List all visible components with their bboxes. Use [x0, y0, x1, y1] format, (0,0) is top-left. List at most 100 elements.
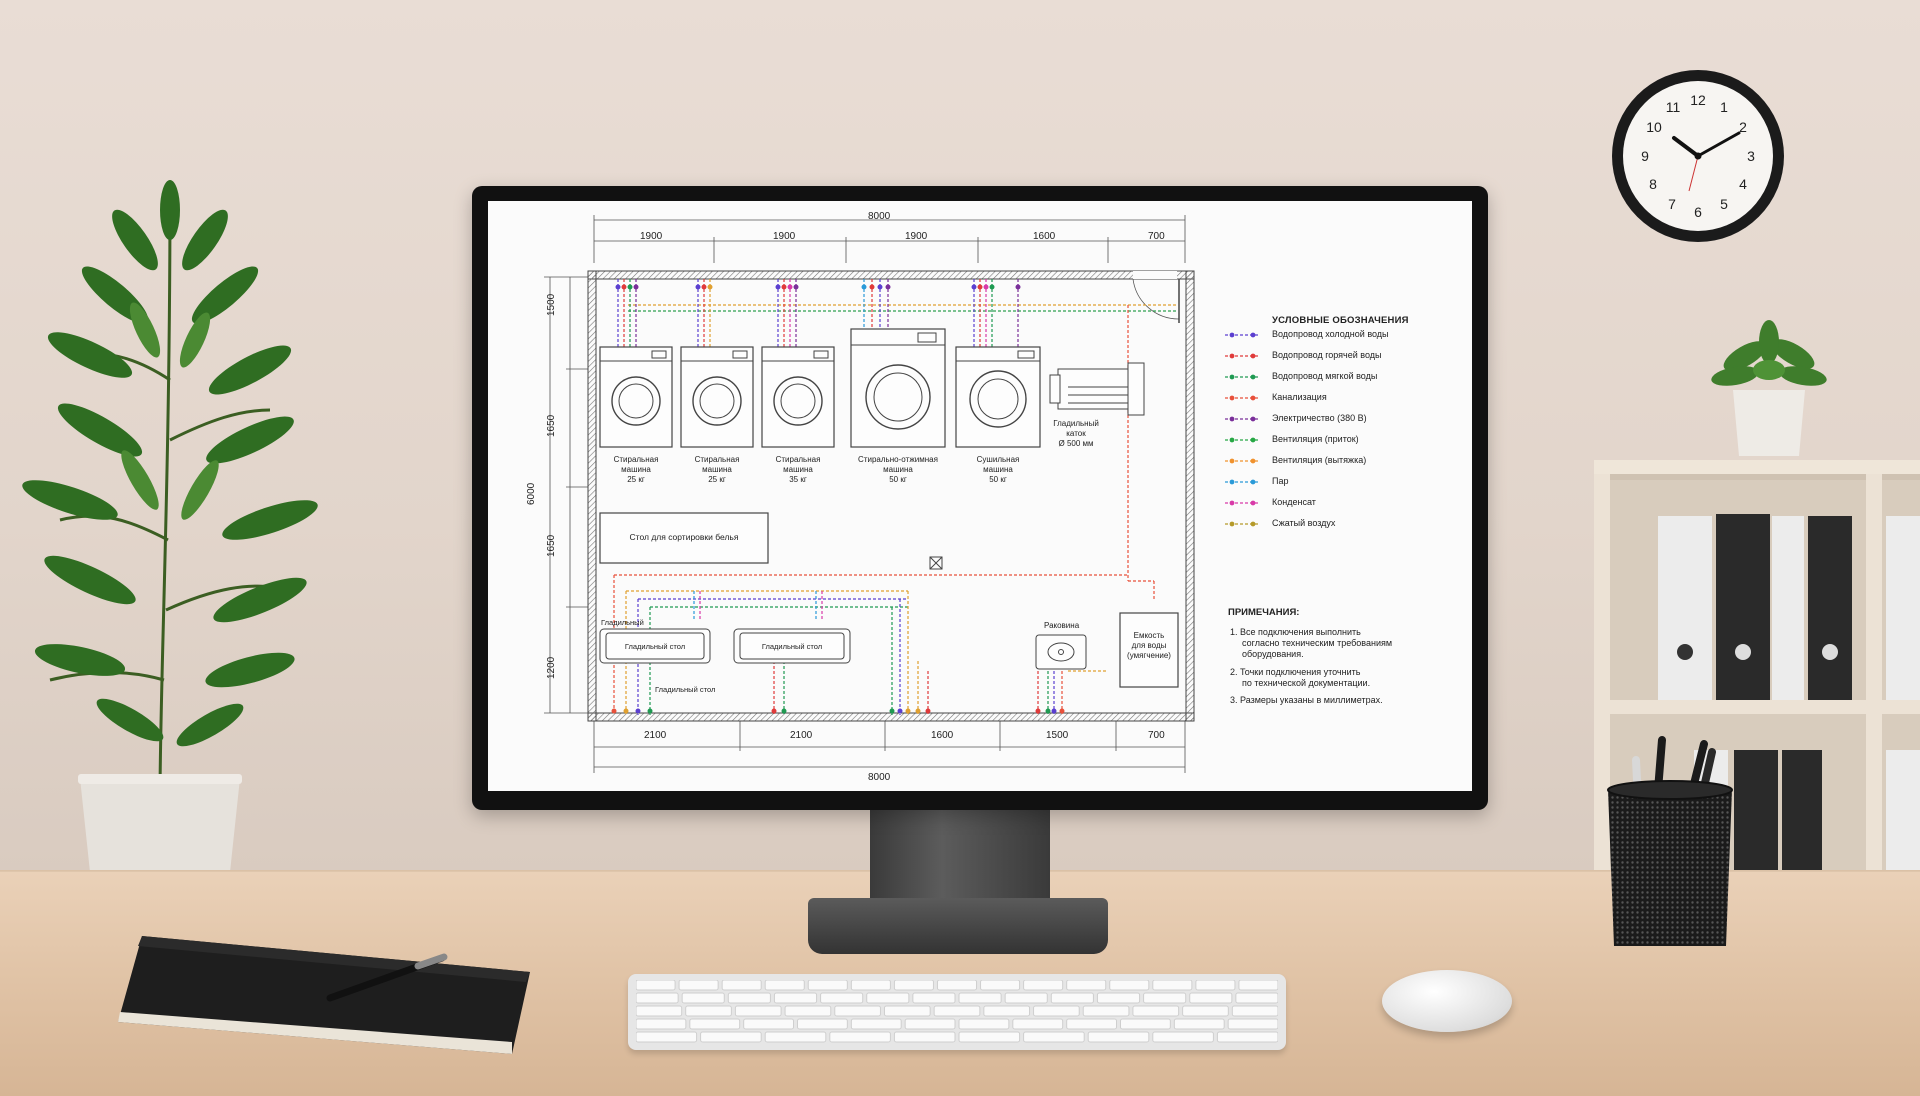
clock-number: 10 [1646, 119, 1662, 135]
keyboard-key [635, 1018, 687, 1030]
monitor-screen: 8000 1900 1900 1900 1600 700 2100 2100 1… [488, 201, 1472, 791]
legend-dot [1229, 353, 1235, 359]
dimension-top: 700 [1148, 231, 1165, 242]
legend-label: Конденсат [1272, 497, 1316, 507]
clock-dial: 12 1 2 3 4 5 6 7 8 9 10 11 [1641, 92, 1755, 220]
monitor-stand-neck [870, 808, 1050, 900]
keyboard-key [829, 1031, 891, 1043]
clock-number: 7 [1668, 196, 1676, 212]
keyboard-key [1004, 992, 1048, 1004]
dimension-top: 1900 [773, 231, 796, 242]
dimension-bottom: 1500 [1046, 730, 1069, 741]
dimension-bottom: 2100 [644, 730, 667, 741]
keyboard-key [1235, 992, 1279, 1004]
keyboard-key [866, 992, 910, 1004]
keyboard[interactable] [628, 974, 1286, 1050]
legend-dot [1250, 500, 1256, 506]
keyboard-key [700, 1031, 762, 1043]
keyboard-keys [635, 979, 1279, 1043]
equipment-label: Стирально-отжимная машина 50 кг [858, 455, 938, 484]
ironing-label-bottom: Гладильный стол [655, 685, 716, 694]
keyboard-key [1082, 1005, 1130, 1017]
dimension-top: 1600 [1033, 231, 1056, 242]
keyboard-key [635, 1031, 698, 1043]
keyboard-key [1216, 1031, 1279, 1043]
sorting-table-label: Стол для сортировки белья [629, 532, 739, 542]
keyboard-key [727, 992, 771, 1004]
legend-dot [1250, 437, 1256, 443]
keyboard-key [1227, 1018, 1279, 1030]
keyboard-key [912, 992, 956, 1004]
legend-label: Вентиляция (приток) [1272, 434, 1359, 444]
keyboard-key [1066, 979, 1107, 991]
keyboard-key [1195, 979, 1236, 991]
keyboard-key [958, 1031, 1021, 1043]
legend-dot [1250, 458, 1256, 464]
potted-plant [20, 180, 330, 880]
clock-center [1694, 152, 1702, 160]
keyboard-key [1066, 1018, 1117, 1030]
keyboard-key [850, 1018, 902, 1030]
legend-dot [1250, 395, 1256, 401]
clock-number: 5 [1720, 196, 1728, 212]
keyboard-key [1109, 979, 1150, 991]
keyboard-key [1182, 1005, 1229, 1017]
equipment-label: Стиральная машина 25 кг [613, 455, 659, 484]
legend-dot [1229, 458, 1235, 464]
pen-holder [1600, 720, 1740, 950]
dimension-top: 1900 [905, 231, 928, 242]
clock-face: 12 1 2 3 4 5 6 7 8 9 10 11 [1623, 81, 1773, 231]
legend-dot [1229, 437, 1235, 443]
dimension-bottom: 1600 [931, 730, 954, 741]
equipment-label: Стиральная машина 35 кг [775, 455, 821, 484]
legend-dot [1229, 521, 1235, 527]
wall-clock: 12 1 2 3 4 5 6 7 8 9 10 11 [1612, 70, 1784, 242]
clock-number: 8 [1649, 176, 1657, 192]
sink-label: Раковина [1044, 621, 1080, 630]
legend-label: Сжатый воздух [1272, 518, 1336, 528]
mouse[interactable] [1382, 970, 1512, 1032]
monitor: 8000 1900 1900 1900 1600 700 2100 2100 1… [472, 186, 1488, 810]
note: 3. Размеры указаны в миллиметрах. [1230, 695, 1383, 705]
water-tank-label: Емкость для воды (умягчение) [1127, 631, 1171, 660]
dimension-left-total: 6000 [526, 482, 537, 505]
clock-number: 4 [1739, 176, 1747, 192]
keyboard-key [834, 1005, 881, 1017]
keyboard-key [820, 992, 864, 1004]
legend-label: Электричество (380 В) [1272, 413, 1367, 423]
keyboard-key [721, 979, 762, 991]
keyboard-key [1143, 992, 1187, 1004]
legend-label: Пар [1272, 476, 1289, 486]
clock-number: 3 [1747, 148, 1755, 164]
keyboard-key [734, 1005, 782, 1017]
clock-number: 12 [1690, 92, 1706, 108]
dimension-bottom: 2100 [790, 730, 813, 741]
keyboard-key [1096, 992, 1141, 1004]
minute-hand [1696, 131, 1741, 158]
dimension-left: 1650 [546, 414, 557, 437]
keyboard-key [764, 1031, 827, 1043]
ironing-table-label: Гладильный стол [624, 642, 686, 651]
small-potted-plant [1705, 320, 1835, 460]
keyboard-key [850, 979, 891, 991]
keyboard-key [1120, 1018, 1171, 1030]
keyboard-key [635, 979, 676, 991]
legend-dot [1229, 332, 1235, 338]
keyboard-key [1023, 979, 1064, 991]
keyboard-key [1173, 1018, 1225, 1030]
keyboard-key [883, 1005, 931, 1017]
legend-label: Вентиляция (вытяжка) [1272, 455, 1367, 465]
clock-number: 6 [1694, 204, 1702, 220]
clock-number: 11 [1666, 99, 1681, 115]
keyboard-key [958, 1018, 1010, 1030]
monitor-stand-base [808, 898, 1108, 954]
note: 1. Все подключения выполнить согласно те… [1230, 627, 1393, 659]
keyboard-key [983, 1005, 1031, 1017]
legend-dot [1229, 479, 1235, 485]
legend-dot [1250, 332, 1256, 338]
keyboard-key [1152, 979, 1193, 991]
keyboard-key [893, 979, 934, 991]
keyboard-key [980, 979, 1021, 991]
keyboard-key [807, 979, 848, 991]
ironing-label-top: Гладильный [601, 618, 644, 627]
